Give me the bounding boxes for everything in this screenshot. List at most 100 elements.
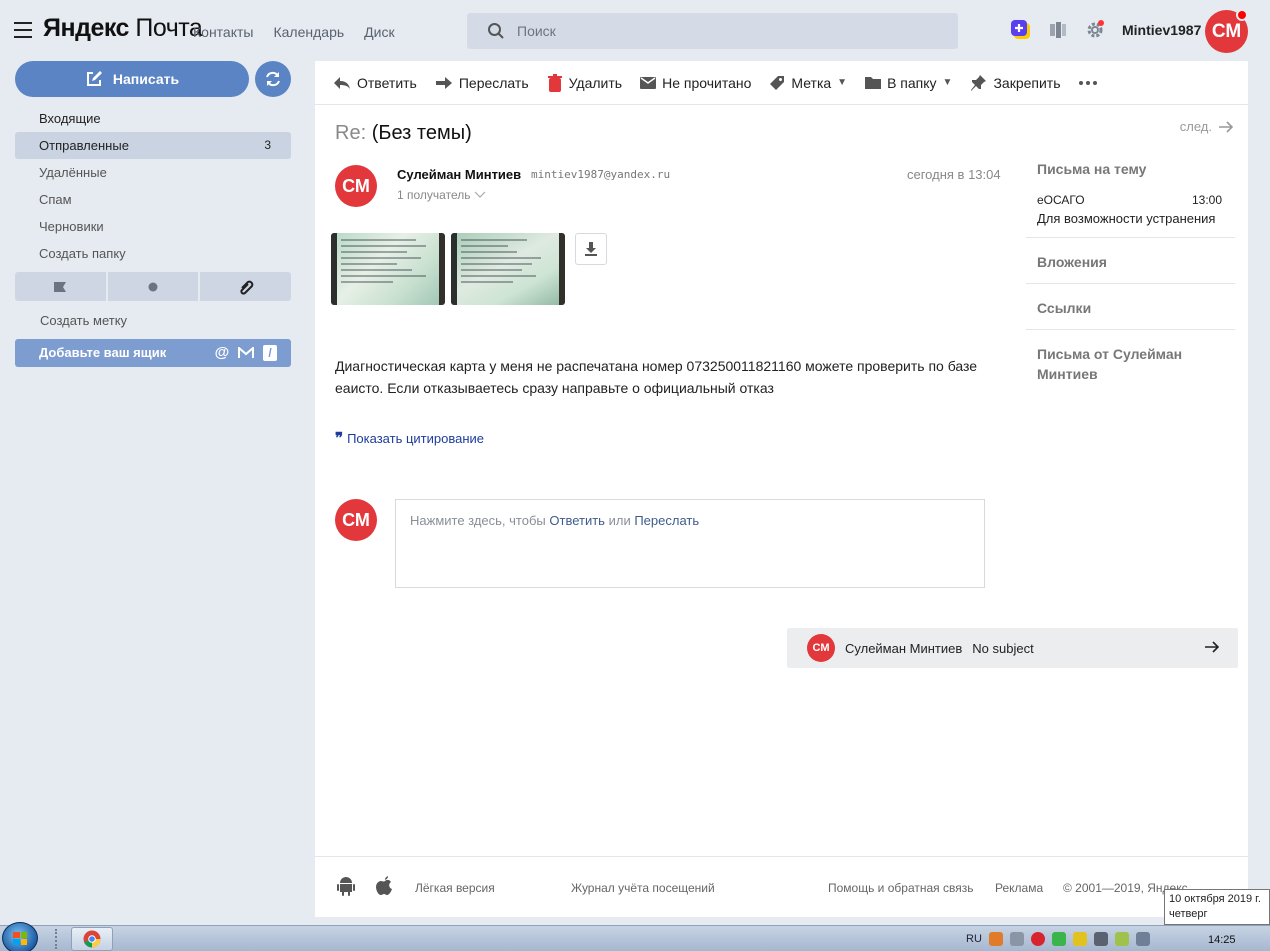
- delete-button[interactable]: Удалить: [547, 61, 622, 105]
- next-message-card[interactable]: СМ Сулейман Минтиев No subject: [787, 628, 1238, 668]
- compose-button[interactable]: Написать: [15, 61, 249, 97]
- download-icon: [585, 242, 597, 256]
- nav-disk[interactable]: Диск: [364, 24, 394, 40]
- from-sender-section[interactable]: Письма от Сулейман Минтиев: [1026, 330, 1201, 384]
- opera-icon[interactable]: [1030, 932, 1045, 946]
- network-icon[interactable]: [1135, 932, 1150, 946]
- refresh-icon: [266, 71, 280, 87]
- next-message-subject: No subject: [972, 640, 1034, 656]
- at-icon: @: [214, 344, 230, 361]
- visit-log-link[interactable]: Журнал учёта посещений: [571, 881, 715, 895]
- notification-dot: [1236, 9, 1248, 21]
- reply-hint: Нажмите здесь, чтобы: [410, 513, 546, 528]
- tray-app-icon[interactable]: [1114, 932, 1129, 946]
- taskbar-chrome-app[interactable]: [71, 927, 113, 951]
- quick-reply-box[interactable]: Нажмите здесь, чтобы Ответить или Пересл…: [395, 499, 985, 588]
- next-message-link[interactable]: след.: [1180, 119, 1234, 134]
- start-button[interactable]: [2, 922, 38, 951]
- next-message-sender: Сулейман Минтиев: [845, 640, 963, 656]
- apple-icon[interactable]: [376, 876, 394, 896]
- attachment-thumbnail[interactable]: [451, 233, 565, 305]
- tray-app-icon[interactable]: [1051, 932, 1066, 946]
- download-all-button[interactable]: [575, 233, 607, 265]
- more-button[interactable]: [1078, 61, 1097, 105]
- show-quote-label: Показать цитирование: [347, 430, 484, 446]
- page-footer: Лёгкая версия Журнал учёта посещений Пом…: [315, 856, 1248, 917]
- forward-button[interactable]: Переслать: [435, 61, 529, 105]
- folder-drafts[interactable]: Черновики: [15, 213, 291, 240]
- filter-bar: [15, 272, 292, 301]
- plus-apps-icon[interactable]: [1010, 19, 1032, 41]
- nav-contacts[interactable]: Контакты: [193, 24, 253, 40]
- tray-app-icon[interactable]: [1093, 932, 1108, 946]
- move-label: В папку: [887, 74, 937, 91]
- sender-name[interactable]: Сулейман Минтиев: [397, 167, 521, 182]
- attachment-thumbnail[interactable]: [331, 233, 445, 305]
- mark-unread-button[interactable]: Не прочитано: [640, 61, 751, 105]
- taskbar-grip: [55, 929, 61, 949]
- app-header: Яндекс Почта Контакты Календарь Диск Min…: [0, 0, 1270, 62]
- folder-deleted[interactable]: Удалённые: [15, 159, 291, 186]
- reply-avatar: СМ: [335, 499, 377, 541]
- mark-unread-label: Не прочитано: [662, 74, 752, 91]
- folder-label: Создать папку: [39, 246, 126, 261]
- links-section[interactable]: Ссылки: [1026, 284, 1235, 330]
- thread-heading[interactable]: Письма на тему: [1037, 159, 1235, 179]
- forward-label: Переслать: [458, 74, 529, 91]
- settings-gear-icon[interactable]: [1084, 19, 1106, 41]
- nav-calendar[interactable]: Календарь: [273, 24, 344, 40]
- top-nav: Контакты Календарь Диск: [193, 24, 395, 40]
- username[interactable]: Mintiev1987: [1122, 22, 1201, 38]
- show-quote-link[interactable]: ❞ Показать цитирование: [335, 429, 484, 447]
- ads-link[interactable]: Реклама: [995, 881, 1043, 895]
- delete-label: Удалить: [568, 74, 623, 91]
- message-body: Диагностическая карта у меня не распечат…: [335, 358, 978, 396]
- create-folder-link[interactable]: Создать папку: [15, 240, 291, 267]
- label-button[interactable]: Метка ▼: [769, 61, 847, 105]
- add-mailbox-button[interactable]: Добавьте ваш ящик @ /: [15, 339, 291, 367]
- chevron-down-icon: [474, 191, 486, 198]
- folder-spam[interactable]: Спам: [15, 186, 291, 213]
- reply-label: Ответить: [357, 74, 417, 91]
- recipients-toggle[interactable]: 1 получатель: [397, 188, 486, 202]
- logo[interactable]: Яндекс Почта: [43, 14, 203, 43]
- tray-app-icon[interactable]: [988, 932, 1003, 946]
- language-indicator[interactable]: RU: [966, 933, 982, 945]
- folder-label: Отправленные: [39, 138, 129, 153]
- filter-unread[interactable]: [107, 272, 199, 301]
- tag-icon: [770, 75, 785, 90]
- themes-icon[interactable]: [1047, 19, 1069, 41]
- menu-icon[interactable]: [14, 22, 32, 38]
- quick-forward-link[interactable]: Переслать: [634, 513, 699, 528]
- taskbar-clock[interactable]: 14:25: [1208, 934, 1236, 946]
- filter-flagged[interactable]: [15, 272, 106, 301]
- links-heading: Ссылки: [1037, 300, 1092, 316]
- sender-email[interactable]: mintiev1987@yandex.ru: [531, 168, 670, 181]
- filter-attachments[interactable]: [200, 272, 292, 301]
- quick-reply-link[interactable]: Ответить: [549, 513, 605, 528]
- label-label: Метка: [791, 74, 832, 91]
- pin-button[interactable]: Закрепить: [970, 61, 1061, 105]
- refresh-button[interactable]: [255, 61, 291, 97]
- subject-prefix: Re:: [335, 122, 367, 144]
- volume-icon[interactable]: [1009, 932, 1024, 946]
- sender-avatar[interactable]: СМ: [335, 165, 377, 207]
- message-toolbar: Ответить Переслать Удалить Не прочитано …: [315, 61, 1248, 105]
- move-to-folder-button[interactable]: В папку ▼: [865, 61, 952, 105]
- android-icon[interactable]: [337, 877, 355, 897]
- arrow-right-icon: [1205, 641, 1220, 653]
- folder-sent[interactable]: Отправленные 3: [15, 132, 291, 159]
- help-link[interactable]: Помощь и обратная связь: [828, 881, 973, 895]
- light-version-link[interactable]: Лёгкая версия: [415, 881, 495, 895]
- folder-list: Входящие Отправленные 3 Удалённые Спам Че…: [15, 105, 291, 267]
- search-box: [467, 13, 958, 49]
- message-panel: Ответить Переслать Удалить Не прочитано …: [315, 61, 1248, 917]
- mailru-icon: /: [263, 345, 277, 361]
- search-input[interactable]: [517, 13, 937, 49]
- folder-inbox[interactable]: Входящие: [15, 105, 291, 132]
- tray-app-icon[interactable]: [1072, 932, 1087, 946]
- create-label-link[interactable]: Создать метку: [40, 313, 127, 328]
- attachments-section[interactable]: Вложения: [1026, 238, 1235, 284]
- thread-item[interactable]: еОСАГО 13:00 Для возможности устранения: [1026, 179, 1235, 238]
- reply-button[interactable]: Ответить: [333, 61, 417, 105]
